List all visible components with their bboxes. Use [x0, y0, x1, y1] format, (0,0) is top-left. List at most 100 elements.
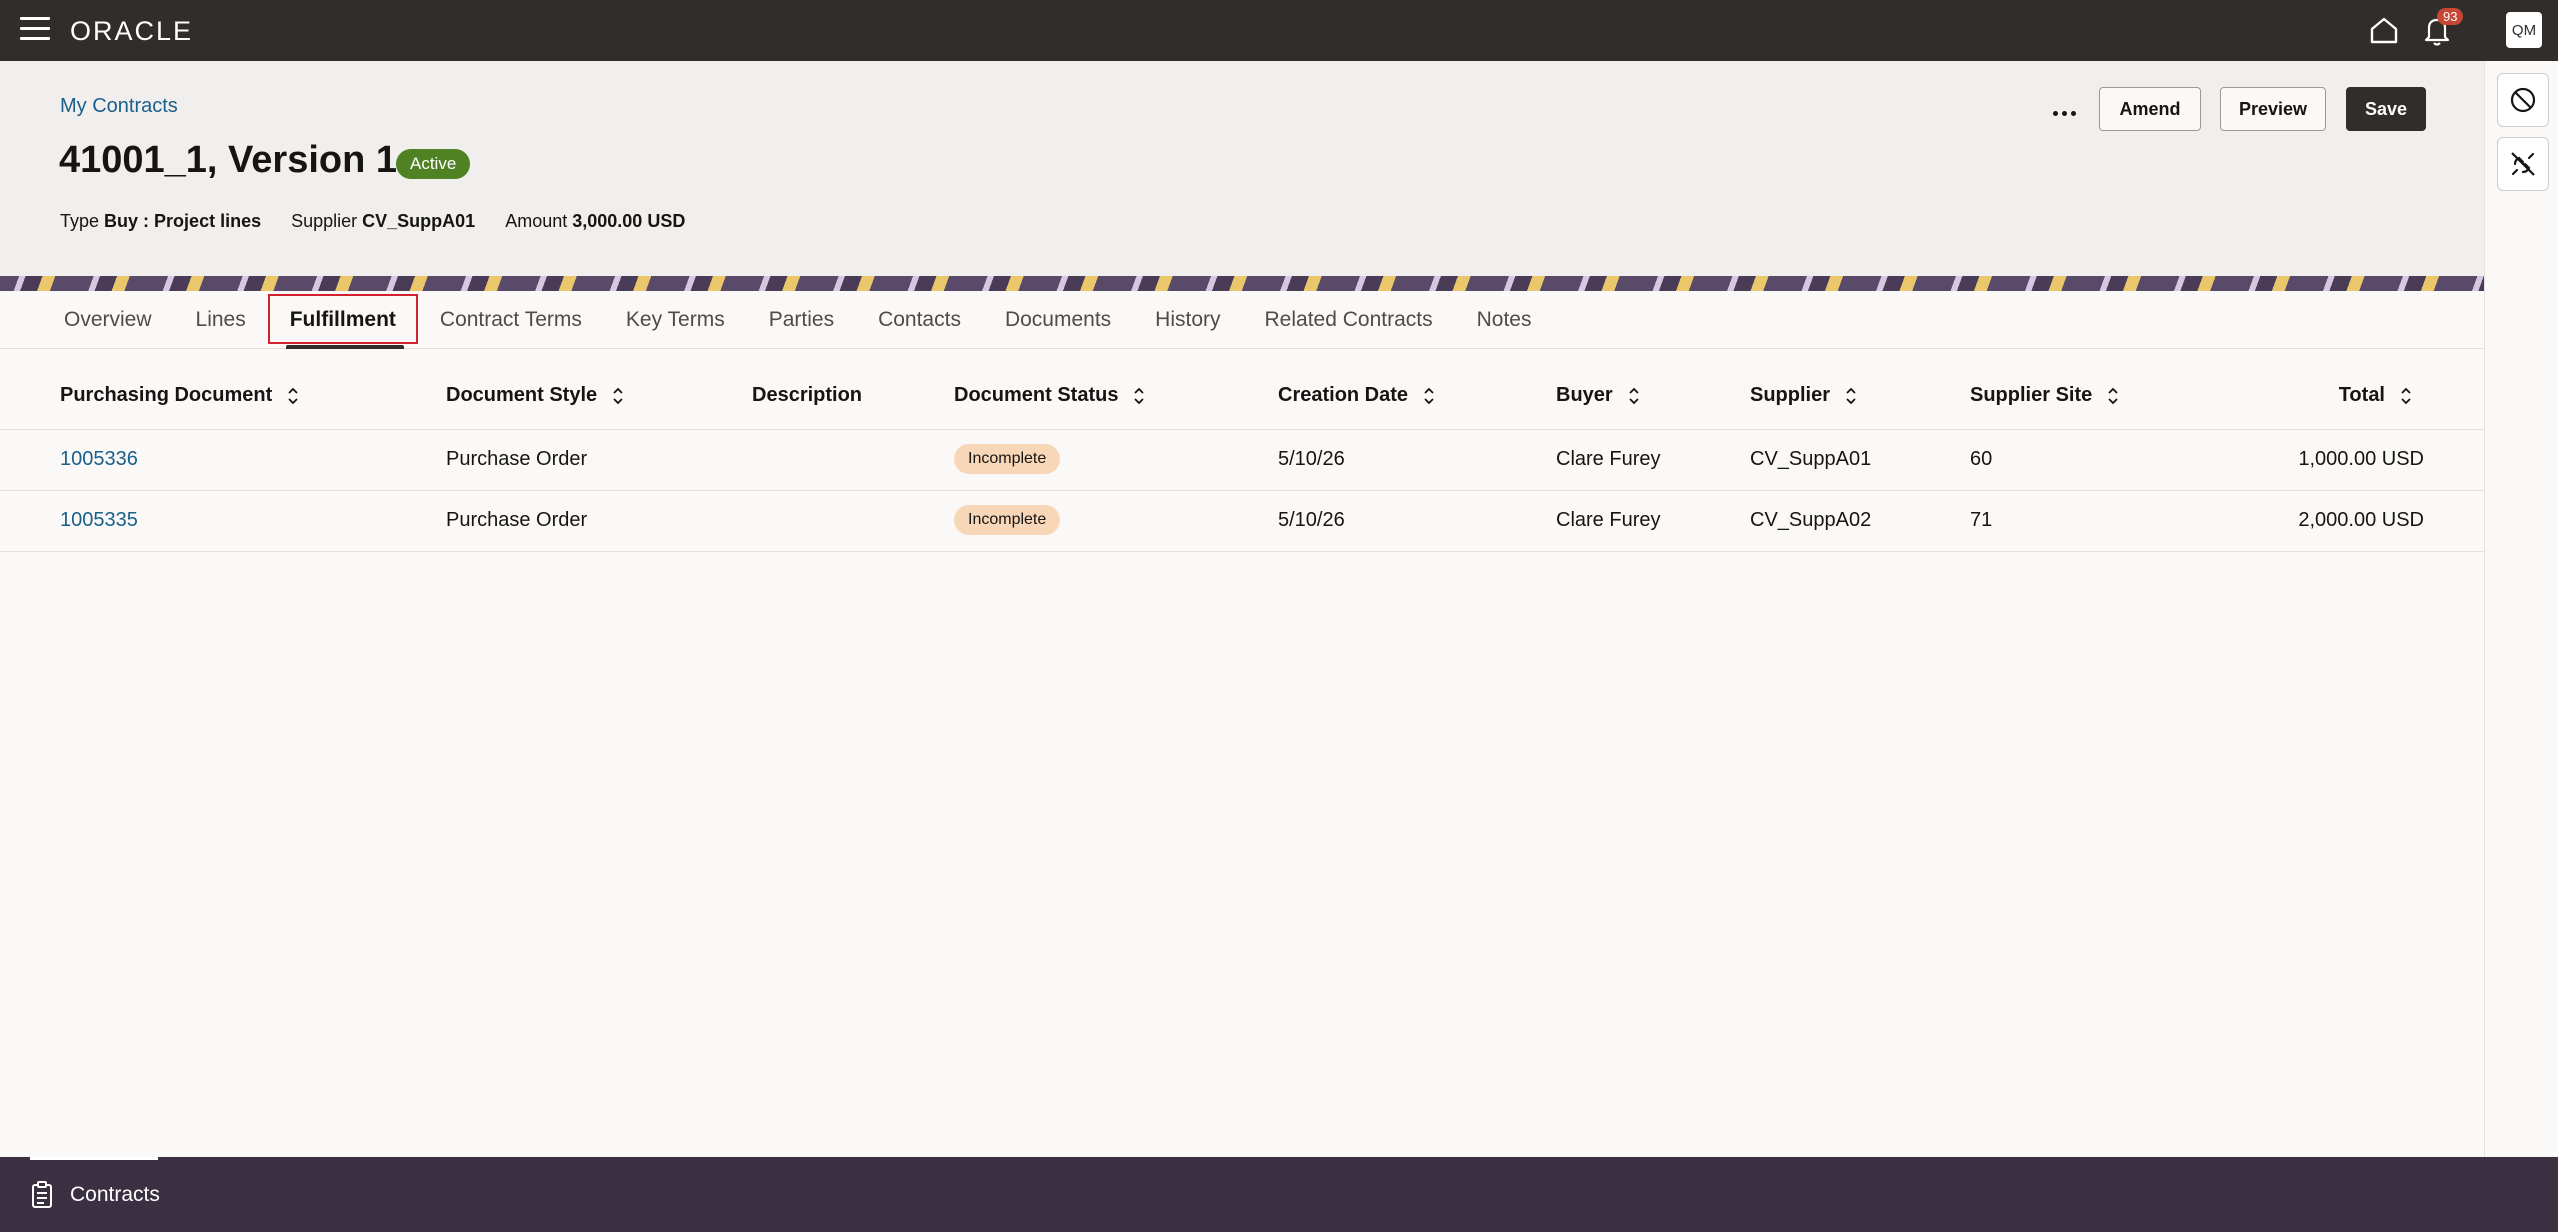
tab-label: History: [1155, 307, 1221, 331]
tab-label: Parties: [768, 307, 835, 331]
column-header-supplier-site[interactable]: Supplier Site: [1970, 384, 2120, 407]
creation-date-cell: 5/10/26: [1278, 448, 1345, 470]
table-row[interactable]: 1005335 Purchase Order Incomplete 5/10/2…: [0, 491, 2484, 552]
tab-label: Key Terms: [625, 307, 725, 331]
tab-key-terms[interactable]: Key Terms: [604, 291, 747, 349]
right-rail: [2484, 61, 2558, 1157]
column-header-label: Supplier: [1750, 384, 1831, 406]
amount-label: Amount: [505, 211, 568, 231]
save-button[interactable]: Save: [2346, 87, 2426, 131]
type-label: Type: [60, 211, 100, 231]
active-tab-indicator: [285, 344, 404, 349]
tab-bar: Overview Lines Fulfillment Contract Term…: [0, 291, 2484, 349]
column-header-purchasing-document[interactable]: Purchasing Document: [60, 384, 300, 407]
tab-parties[interactable]: Parties: [747, 291, 856, 349]
page-title: 41001_1, Version 1: [59, 139, 398, 181]
preview-button[interactable]: Preview: [2220, 87, 2326, 131]
column-header-label: Description: [752, 384, 863, 406]
sort-icon[interactable]: [286, 385, 300, 407]
tab-label: Related Contracts: [1264, 307, 1433, 331]
tab-documents[interactable]: Documents: [983, 291, 1133, 349]
amount-value: 3,000.00 USD: [572, 211, 686, 231]
home-icon[interactable]: [2368, 15, 2400, 45]
tab-label: Contacts: [878, 307, 961, 331]
tab-label: Contract Terms: [439, 307, 582, 331]
column-header-label: Creation Date: [1278, 384, 1409, 406]
table-header: Purchasing Document Document Style Descr…: [0, 362, 2484, 430]
sort-icon[interactable]: [611, 385, 625, 407]
tab-related-contracts[interactable]: Related Contracts: [1243, 291, 1455, 349]
column-header-label: Supplier Site: [1970, 384, 2093, 406]
tab-label: Documents: [1004, 307, 1112, 331]
menu-icon[interactable]: [20, 17, 50, 43]
supplier-value: CV_SuppA01: [362, 211, 476, 231]
page-header: My Contracts 41001_1, Version 1 Active T…: [0, 61, 2484, 276]
status-badge: Active: [396, 149, 471, 179]
contracts-task-label: Contracts: [70, 1182, 160, 1206]
column-header-total[interactable]: Total: [2339, 384, 2413, 407]
disconnect-action-button[interactable]: [2497, 137, 2549, 191]
sort-icon[interactable]: [1627, 385, 1641, 407]
tab-contacts[interactable]: Contacts: [856, 291, 983, 349]
column-header-supplier[interactable]: Supplier: [1750, 384, 1858, 407]
column-header-label: Document Status: [954, 384, 1119, 406]
buyer-cell: Clare Furey: [1556, 448, 1661, 470]
column-header-label: Buyer: [1556, 384, 1613, 406]
sort-icon[interactable]: [1132, 385, 1146, 407]
type-value: Buy : Project lines: [104, 211, 262, 231]
supplier-site-cell: 60: [1970, 448, 1993, 470]
decorative-banner: [0, 276, 2484, 291]
sort-icon[interactable]: [2106, 385, 2120, 407]
breadcrumb-my-contracts[interactable]: My Contracts: [60, 95, 178, 118]
column-header-creation-date[interactable]: Creation Date: [1278, 384, 1436, 407]
status-pill: Incomplete: [954, 505, 1061, 535]
tab-fulfillment[interactable]: Fulfillment: [267, 291, 418, 349]
total-cell: 2,000.00 USD: [2298, 509, 2424, 531]
sort-icon[interactable]: [1422, 385, 1436, 407]
tab-contract-terms[interactable]: Contract Terms: [418, 291, 604, 349]
cancel-action-button[interactable]: [2497, 73, 2549, 127]
document-style-cell: Purchase Order: [446, 509, 588, 531]
oracle-logo[interactable]: ORACLE: [70, 16, 193, 47]
tab-label: Notes: [1476, 307, 1532, 331]
purchasing-document-link[interactable]: 1005336: [60, 448, 138, 471]
contracts-task-tab[interactable]: Contracts: [28, 1157, 160, 1232]
sort-icon[interactable]: [2399, 385, 2413, 407]
supplier-cell: CV_SuppA02: [1750, 509, 1872, 531]
column-header-label: Purchasing Document: [60, 384, 273, 406]
column-header-label: Document Style: [446, 384, 598, 406]
column-header-buyer[interactable]: Buyer: [1556, 384, 1641, 407]
supplier-summary: Supplier CV_SuppA01: [291, 211, 475, 232]
prohibited-icon: [2510, 87, 2536, 113]
column-header-label: Total: [2338, 384, 2385, 406]
fulfillment-table: Purchasing Document Document Style Descr…: [0, 362, 2484, 552]
tab-history[interactable]: History: [1133, 291, 1242, 349]
disconnected-plug-icon: [2511, 152, 2535, 176]
column-header-description: Description: [752, 384, 862, 407]
contracts-clipboard-icon: [32, 1180, 52, 1208]
type-summary: Type Buy : Project lines: [60, 211, 261, 232]
amount-summary: Amount 3,000.00 USD: [505, 211, 685, 232]
table-row[interactable]: 1005336 Purchase Order Incomplete 5/10/2…: [0, 430, 2484, 491]
focus-outline: [267, 293, 418, 344]
column-header-document-status[interactable]: Document Status: [954, 384, 1146, 407]
supplier-cell: CV_SuppA01: [1750, 448, 1872, 470]
amend-button[interactable]: Amend: [2099, 87, 2201, 131]
bottom-task-bar: Contracts: [0, 1157, 2558, 1232]
more-actions-button[interactable]: [2046, 95, 2082, 131]
supplier-site-cell: 71: [1970, 509, 1993, 531]
tab-notes[interactable]: Notes: [1455, 291, 1554, 349]
tab-overview[interactable]: Overview: [42, 291, 174, 349]
purchasing-document-link[interactable]: 1005335: [60, 509, 138, 532]
contract-summary: Type Buy : Project lines Supplier CV_Sup…: [60, 211, 685, 232]
status-pill: Incomplete: [954, 444, 1061, 474]
sort-icon[interactable]: [1844, 385, 1858, 407]
supplier-label: Supplier: [291, 211, 358, 231]
creation-date-cell: 5/10/26: [1278, 509, 1345, 531]
tab-label: Lines: [195, 307, 246, 331]
column-header-document-style[interactable]: Document Style: [446, 384, 625, 407]
document-style-cell: Purchase Order: [446, 448, 588, 470]
user-avatar[interactable]: QM: [2506, 12, 2542, 48]
tab-label: Overview: [64, 307, 152, 331]
tab-lines[interactable]: Lines: [174, 291, 268, 349]
